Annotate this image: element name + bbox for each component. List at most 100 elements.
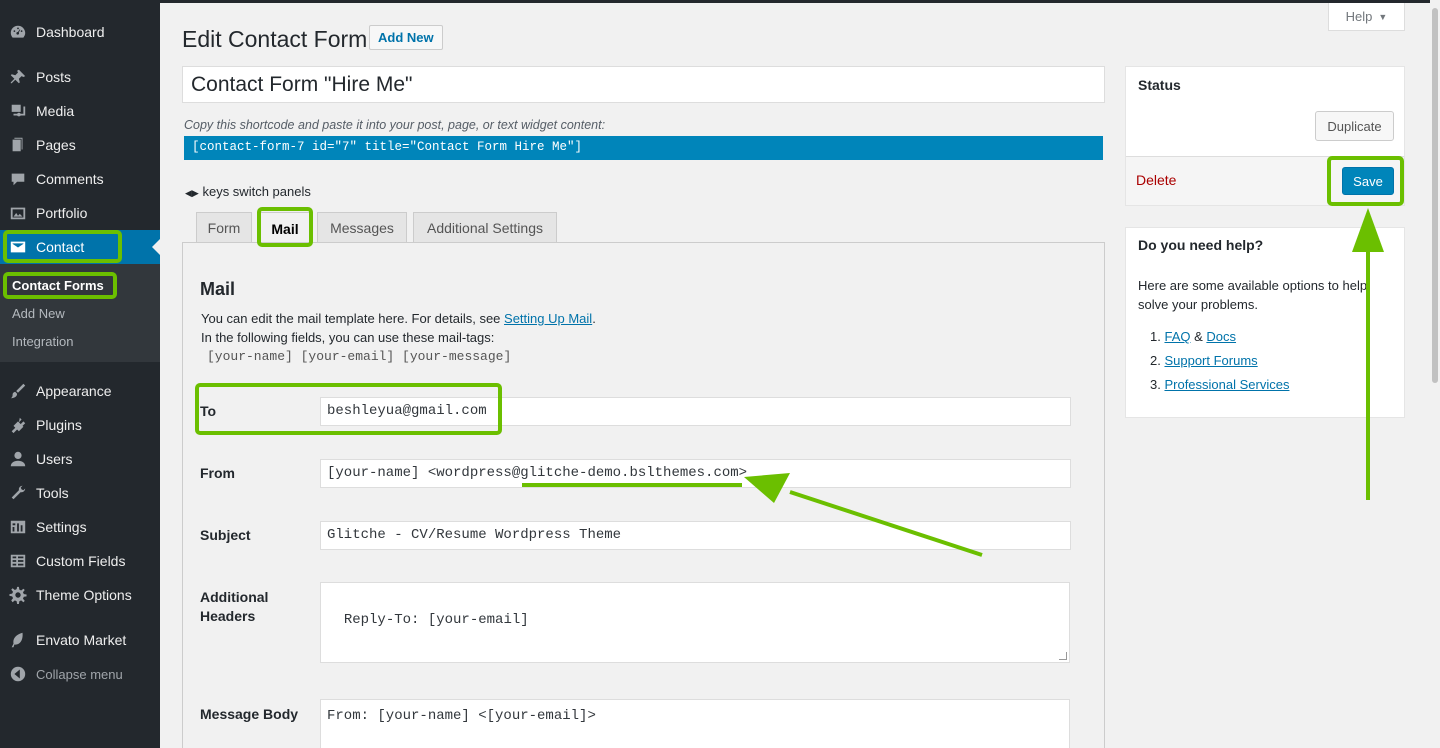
to-label: To xyxy=(200,403,217,419)
delete-link[interactable]: Delete xyxy=(1136,172,1176,188)
top-border xyxy=(0,0,1440,3)
help-list-item: 3. Professional Services xyxy=(1150,377,1289,392)
sidebar-item-label: Tools xyxy=(36,485,69,501)
setting-up-mail-link[interactable]: Setting Up Mail xyxy=(504,311,592,326)
mail-description: You can edit the mail template here. For… xyxy=(201,311,596,326)
shortcode-hint: Copy this shortcode and paste it into yo… xyxy=(184,118,606,132)
sidebar-item-media[interactable]: Media xyxy=(0,94,160,128)
help-list-item: 1. FAQ & Docs xyxy=(1150,329,1236,344)
sidebar-item-label: Envato Market xyxy=(36,632,127,648)
help-box-text-line2: solve your problems. xyxy=(1138,297,1258,312)
collapse-menu-button[interactable]: Collapse menu xyxy=(0,657,160,691)
page-title: Edit Contact Form xyxy=(182,26,368,52)
duplicate-button[interactable]: Duplicate xyxy=(1315,111,1394,141)
arrow-keys-icon: ◀▶ xyxy=(185,188,199,198)
sidebar-item-posts[interactable]: Posts xyxy=(0,60,160,94)
sidebar-item-label: Posts xyxy=(36,69,72,85)
add-new-button[interactable]: Add New xyxy=(369,25,443,50)
scrollbar-thumb[interactable] xyxy=(1432,8,1438,383)
additional-headers-label: Additional Headers xyxy=(200,588,268,626)
admin-sidebar: Dashboard Posts Media Pages Comments Por… xyxy=(0,0,160,748)
additional-headers-label-line1: Additional xyxy=(200,589,269,605)
to-field[interactable]: beshleyua@gmail.com xyxy=(320,397,1071,426)
tab-messages[interactable]: Messages xyxy=(317,212,407,243)
keys-hint-text: keys switch panels xyxy=(202,184,311,199)
sidebar-item-settings[interactable]: Settings xyxy=(0,510,160,544)
docs-link[interactable]: Docs xyxy=(1206,329,1236,344)
additional-headers-field[interactable]: Reply-To: [your-email] xyxy=(320,582,1070,663)
submenu-add-new[interactable]: Add New xyxy=(12,306,65,321)
sidebar-item-plugins[interactable]: Plugins xyxy=(0,408,160,442)
sidebar-item-theme-options[interactable]: Theme Options xyxy=(0,578,160,612)
settings-icon xyxy=(0,518,36,536)
mail-description-text: You can edit the mail template here. For… xyxy=(201,311,505,326)
wrench-icon xyxy=(0,484,36,502)
mail-tags-hint: In the following fields, you can use the… xyxy=(201,330,495,345)
sidebar-item-custom-fields[interactable]: Custom Fields xyxy=(0,544,160,578)
sidebar-item-label: Plugins xyxy=(36,417,82,433)
tab-mail[interactable]: Mail xyxy=(260,212,310,244)
sidebar-item-comments[interactable]: Comments xyxy=(0,162,160,196)
sidebar-item-appearance[interactable]: Appearance xyxy=(0,374,160,408)
media-icon xyxy=(0,102,36,120)
sidebar-item-label: Theme Options xyxy=(36,587,132,603)
status-title: Status xyxy=(1138,77,1181,93)
sidebar-item-label: Comments xyxy=(36,171,104,187)
message-body-field[interactable]: From: [your-name] <[your-email]> Message… xyxy=(320,699,1070,748)
caret-down-icon: ▼ xyxy=(1378,11,1388,22)
pin-icon xyxy=(0,68,36,86)
resize-handle[interactable] xyxy=(1059,652,1067,660)
collapse-icon xyxy=(0,665,36,683)
sidebar-item-envato-market[interactable]: Envato Market xyxy=(0,623,160,657)
additional-headers-label-line2: Headers xyxy=(200,608,256,624)
sidebar-item-label: Media xyxy=(36,103,75,119)
sidebar-item-label: Dashboard xyxy=(36,24,105,40)
sidebar-item-label: Custom Fields xyxy=(36,553,126,569)
portfolio-icon xyxy=(0,204,36,222)
table-icon xyxy=(0,552,36,570)
sidebar-item-label: Pages xyxy=(36,137,76,153)
help-list-number: 3. xyxy=(1150,377,1161,392)
submenu-integration[interactable]: Integration xyxy=(12,334,73,349)
comment-icon xyxy=(0,170,36,188)
tab-additional-settings[interactable]: Additional Settings xyxy=(413,212,557,243)
submenu-contact-forms[interactable]: Contact Forms xyxy=(12,278,104,293)
dashboard-icon xyxy=(0,23,36,41)
user-icon xyxy=(0,450,36,468)
help-button[interactable]: Help ▼ xyxy=(1328,3,1405,31)
save-button[interactable]: Save xyxy=(1342,167,1394,195)
help-list-number: 2. xyxy=(1150,353,1161,368)
help-box-title: Do you need help? xyxy=(1138,237,1264,253)
sidebar-item-contact[interactable]: Contact xyxy=(0,230,160,264)
form-title-input[interactable] xyxy=(182,66,1105,103)
shortcode-field[interactable]: [contact-form-7 id="7" title="Contact Fo… xyxy=(184,136,1103,160)
tab-form[interactable]: Form xyxy=(196,212,252,243)
support-forums-link[interactable]: Support Forums xyxy=(1164,353,1257,368)
brush-icon xyxy=(0,382,36,400)
from-field[interactable]: [your-name] <wordpress@glitche-demo.bslt… xyxy=(320,459,1071,488)
sidebar-item-portfolio[interactable]: Portfolio xyxy=(0,196,160,230)
sidebar-item-tools[interactable]: Tools xyxy=(0,476,160,510)
help-box-text: Here are some available options to help … xyxy=(1138,276,1367,314)
keys-hint: ◀▶ keys switch panels xyxy=(185,184,311,199)
current-menu-arrow xyxy=(152,239,160,255)
sidebar-item-label: Settings xyxy=(36,519,87,535)
message-body-label: Message Body xyxy=(200,706,299,722)
mail-panel-title: Mail xyxy=(200,279,236,299)
mail-tags: [your-name] [your-email] [your-message] xyxy=(207,349,512,364)
faq-link[interactable]: FAQ xyxy=(1164,329,1190,344)
sidebar-item-pages[interactable]: Pages xyxy=(0,128,160,162)
pages-icon xyxy=(0,136,36,154)
subject-field[interactable]: Glitche - CV/Resume Wordpress Theme xyxy=(320,521,1071,550)
gear-icon xyxy=(0,586,36,604)
sidebar-item-users[interactable]: Users xyxy=(0,442,160,476)
mail-icon xyxy=(0,238,36,256)
contact-submenu: Contact Forms Add New Integration xyxy=(0,264,160,362)
help-list-number: 1. xyxy=(1150,329,1161,344)
plugin-icon xyxy=(0,416,36,434)
professional-services-link[interactable]: Professional Services xyxy=(1164,377,1289,392)
additional-headers-value: Reply-To: [your-email] xyxy=(343,612,529,628)
mail-description-period: . xyxy=(592,311,596,326)
sidebar-item-dashboard[interactable]: Dashboard xyxy=(0,15,160,49)
help-label: Help xyxy=(1345,9,1373,24)
